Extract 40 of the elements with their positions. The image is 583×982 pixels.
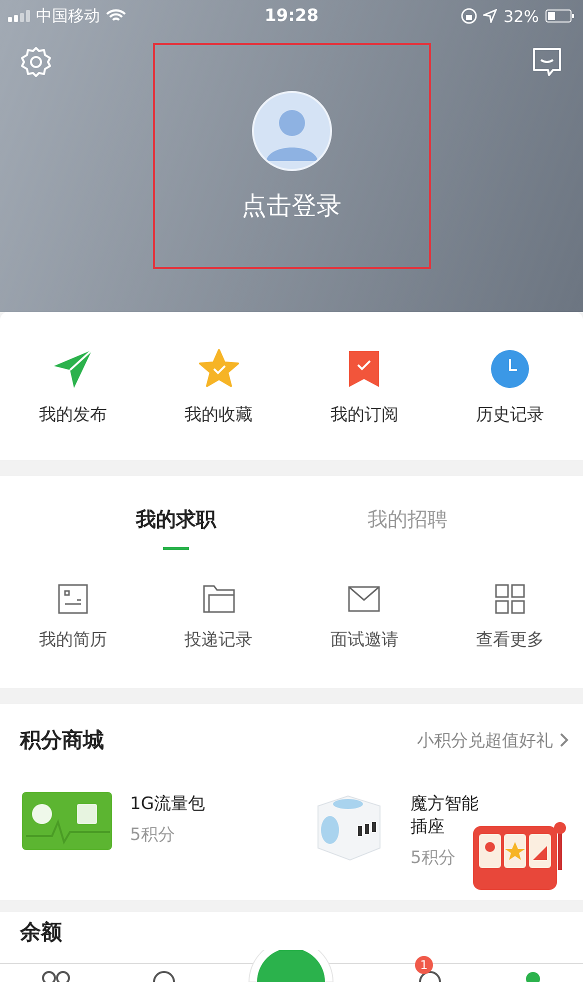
job-link[interactable]: 我的简历	[38, 628, 107, 651]
message-icon[interactable]	[531, 46, 563, 78]
quick-link[interactable]: 历史记录	[476, 402, 544, 426]
section-title: 积分商城	[20, 727, 104, 754]
battery-percent: 32%	[503, 6, 539, 26]
product-price: 5积分	[410, 847, 456, 869]
paper-plane-icon	[52, 348, 94, 390]
slot-machine-drawing[interactable]	[471, 820, 567, 890]
quick-link[interactable]: 我的发布	[38, 402, 107, 426]
signal-icon	[8, 10, 30, 22]
message-tab-icon[interactable]	[418, 970, 442, 982]
grid-icon	[494, 583, 526, 615]
carrier-name: 中国移动	[36, 6, 100, 26]
job-link[interactable]: 查看更多	[476, 628, 544, 651]
bookmark-icon	[347, 348, 382, 388]
rotation-lock-icon	[461, 8, 478, 24]
job-link[interactable]: 投递记录	[184, 628, 253, 651]
star-icon	[198, 348, 240, 390]
battery-icon	[545, 9, 575, 23]
job-link[interactable]: 面试邀请	[330, 628, 398, 651]
product-name[interactable]: 1G流量包	[130, 792, 210, 815]
wifi-icon	[106, 9, 126, 23]
section-title: 余额	[20, 920, 62, 944]
location-arrow-icon	[483, 9, 498, 23]
home-tab-icon[interactable]	[40, 970, 70, 982]
tab[interactable]: 我的求职	[60, 476, 292, 562]
quick-link[interactable]: 我的订阅	[330, 402, 398, 426]
promo-link[interactable]: 小积分兑超值好礼	[417, 728, 553, 752]
id-card-icon	[56, 583, 89, 615]
envelope-icon	[347, 585, 382, 613]
discover-tab-icon[interactable]	[152, 970, 176, 982]
settings-icon[interactable]	[20, 46, 52, 78]
clock-time: 19:28	[264, 6, 319, 26]
chevron-right-icon	[559, 732, 569, 748]
folder-icon	[202, 584, 236, 614]
clock-icon	[490, 348, 530, 388]
product-price: 5积分	[130, 824, 176, 846]
product-name[interactable]: 魔方智能插座	[410, 792, 490, 838]
quick-link[interactable]: 我的收藏	[184, 402, 253, 426]
post-button-icon[interactable]	[246, 950, 336, 982]
